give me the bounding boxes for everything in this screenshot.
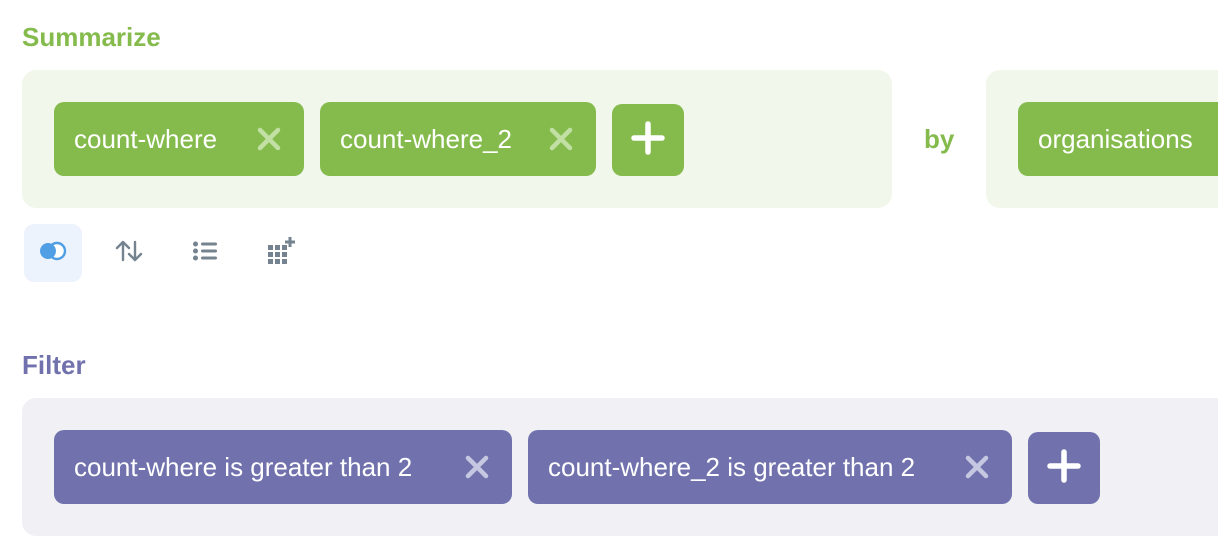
plus-icon <box>631 120 665 160</box>
metric-pill-label: count-where_2 <box>340 123 512 154</box>
summarize-groupby-panel: organisations <box>986 70 1218 208</box>
join-data-button[interactable] <box>24 224 82 282</box>
metric-pill-label: count-where <box>74 123 218 154</box>
filter-pill-count-where[interactable]: count-where is greater than 2 <box>54 430 512 504</box>
close-icon[interactable] <box>964 454 990 480</box>
by-label: by <box>924 124 955 154</box>
summarize-section-title: Summarize <box>22 22 161 52</box>
add-filter-button[interactable] <box>1028 432 1100 504</box>
metric-pill-count-where[interactable]: count-where <box>54 102 304 176</box>
groupby-pill-organisations[interactable]: organisations <box>1018 102 1218 176</box>
sort-icon <box>114 239 144 268</box>
row-limit-button[interactable] <box>176 224 234 282</box>
sort-button[interactable] <box>100 224 158 282</box>
list-icon <box>192 240 218 267</box>
close-icon[interactable] <box>256 126 282 152</box>
close-icon[interactable] <box>548 126 574 152</box>
filter-section-title: Filter <box>22 350 86 380</box>
filter-pill-label: count-where is greater than 2 <box>74 451 413 482</box>
custom-column-icon <box>266 236 296 271</box>
filter-pill-count-where-2[interactable]: count-where_2 is greater than 2 <box>528 430 1012 504</box>
join-icon <box>38 241 68 266</box>
summarize-metrics-panel: count-where count-where_2 <box>22 70 892 208</box>
filter-pill-label: count-where_2 is greater than 2 <box>548 451 916 482</box>
close-icon[interactable] <box>464 454 490 480</box>
filter-panel: count-where is greater than 2 count-wher… <box>22 398 1218 536</box>
plus-icon <box>1047 448 1081 488</box>
groupby-pill-label: organisations <box>1038 123 1193 154</box>
add-metric-button[interactable] <box>612 104 684 176</box>
metric-pill-count-where-2[interactable]: count-where_2 <box>320 102 596 176</box>
custom-column-button[interactable] <box>252 224 310 282</box>
